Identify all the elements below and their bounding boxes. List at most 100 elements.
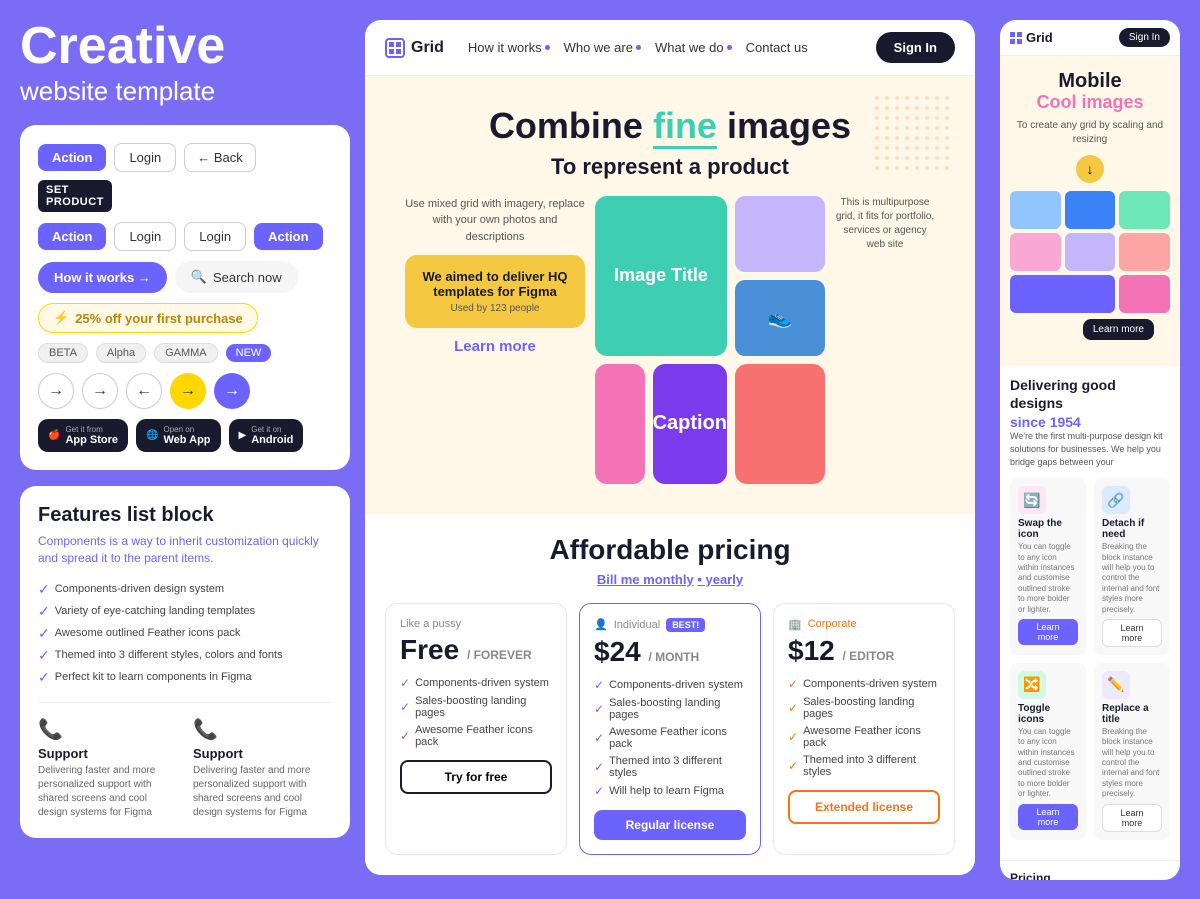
delivering-desc: We're the first multi-purpose design kit…: [1010, 430, 1170, 468]
swap-learn-button[interactable]: Learn more: [1018, 619, 1078, 645]
toggle-learn-button[interactable]: Learn more: [1018, 804, 1078, 830]
tag-new: NEW: [226, 344, 272, 362]
right-pricing: Pricing Bill me monthly • yearly: [1000, 860, 1180, 880]
tile-blue-shoe: 👟: [735, 280, 825, 356]
toggle-icon: 🔀: [1018, 671, 1046, 699]
detach-icon: 🔗: [1102, 486, 1130, 514]
support-desc-1: Delivering faster and more personalized …: [38, 764, 177, 820]
web-icon: 🌐: [146, 430, 158, 441]
check-icon-5: ✓: [38, 669, 50, 686]
action-button-2[interactable]: Action: [38, 223, 106, 250]
replace-learn-button[interactable]: Learn more: [1102, 804, 1162, 832]
try-free-button[interactable]: Try for free: [400, 760, 552, 794]
apple-icon: 🍎: [48, 430, 60, 441]
support-name-2: Support: [193, 746, 332, 761]
right-hero-title: Mobile: [1010, 70, 1170, 92]
toggle-icon-desc: You can toggle to any icon within instan…: [1018, 727, 1078, 800]
tile-red: [735, 364, 825, 484]
login-button-2[interactable]: Login: [114, 222, 176, 251]
nav-what-we-do[interactable]: What we do: [655, 40, 732, 55]
support-name-1: Support: [38, 746, 177, 761]
store-buttons: 🍎 Get it from App Store 🌐 Open on Web Ap…: [38, 419, 332, 452]
individual-tier-label: 👤IndividualBEST!: [594, 618, 746, 632]
pricing-free: Like a pussy Free / FOREVER ✓Components-…: [385, 603, 567, 855]
feature-item-2: ✓Variety of eye-catching landing templat…: [38, 603, 332, 620]
toggle-icon-card: 🔀 Toggle icons You can toggle to any ico…: [1010, 663, 1086, 840]
nav-signin-button[interactable]: Sign In: [876, 32, 955, 63]
button-row-3: How it works → 🔍 Search now: [38, 261, 332, 293]
nav-contact-us[interactable]: Contact us: [746, 40, 808, 55]
discount-icon: ⚡: [53, 310, 69, 326]
pricing-title: Affordable pricing: [385, 534, 955, 566]
mobile-grid: [1010, 191, 1170, 313]
learn-more-link[interactable]: Learn more: [454, 338, 536, 355]
arrows-row: → → ← → →: [38, 373, 332, 409]
billing-monthly[interactable]: monthly: [643, 572, 694, 587]
nav-who-we-are[interactable]: Who we are: [564, 40, 641, 55]
action-button-3[interactable]: Action: [254, 223, 322, 250]
free-feature-1: ✓Components-driven system: [400, 676, 552, 690]
scroll-down-button[interactable]: ↓: [1076, 155, 1104, 183]
arrow-left-1[interactable]: ←: [126, 373, 162, 409]
arrow-right-2[interactable]: →: [82, 373, 118, 409]
search-button[interactable]: 🔍 Search now: [175, 261, 298, 293]
web-app-button[interactable]: 🌐 Open on Web App: [136, 419, 221, 452]
search-icon: 🔍: [191, 269, 207, 285]
right-icon-grid: 🔄 Swap the icon You can toggle to any ic…: [1010, 478, 1170, 839]
replace-icon: ✏️: [1102, 671, 1130, 699]
android-button[interactable]: ▶ Get it on Android: [229, 419, 304, 452]
nav-how-it-works[interactable]: How it works: [468, 40, 550, 55]
login-button-1[interactable]: Login: [114, 143, 176, 172]
android-icon: ▶: [239, 430, 247, 441]
right-signin-button[interactable]: Sign In: [1119, 28, 1170, 47]
corp-feature-3: ✓Awesome Feather icons pack: [788, 725, 940, 749]
detach-learn-button[interactable]: Learn more: [1102, 619, 1162, 647]
right-hero: Mobile Cool images To create any grid by…: [1000, 56, 1180, 366]
right-nav-logo: Grid: [1010, 30, 1053, 45]
how-it-works-button[interactable]: How it works →: [38, 262, 167, 293]
right-pricing-title: Pricing: [1010, 871, 1170, 880]
regular-license-button[interactable]: Regular license: [594, 810, 746, 840]
corporate-tier-label: 🏢Corporate: [788, 618, 940, 631]
app-store-button[interactable]: 🍎 Get it from App Store: [38, 419, 128, 452]
individual-price: $24 / MONTH: [594, 636, 746, 668]
support-row: 📞 Support Delivering faster and more per…: [38, 702, 332, 820]
extended-license-button[interactable]: Extended license: [788, 790, 940, 824]
arrow-right-accent[interactable]: →: [170, 373, 206, 409]
right-learn-more-button[interactable]: Learn more: [1083, 319, 1154, 340]
middle-hero: Combine fine images To represent a produ…: [365, 76, 975, 514]
billing-toggle: Bill me monthly • yearly: [385, 572, 955, 587]
hero-headline: Combine fine images: [385, 106, 955, 146]
hero-subheadline: To represent a product: [385, 154, 955, 180]
detach-icon-card: 🔗 Detach if need Breaking the block inst…: [1094, 478, 1170, 655]
features-list: ✓Components-driven design system ✓Variet…: [38, 581, 332, 686]
corp-feature-4: ✓Themed into 3 different styles: [788, 754, 940, 778]
corp-feature-2: ✓Sales-boosting landing pages: [788, 696, 940, 720]
hero-fine: fine: [653, 105, 717, 149]
button-row-1: Action Login ← Back SETPRODUCT: [38, 143, 332, 212]
back-button[interactable]: ← Back: [184, 143, 256, 172]
arrow-right-1[interactable]: →: [38, 373, 74, 409]
feature-item-5: ✓Perfect kit to learn components in Figm…: [38, 669, 332, 686]
login-button-3[interactable]: Login: [184, 222, 246, 251]
middle-nav: Grid How it works Who we are What we do …: [365, 20, 975, 76]
support-desc-2: Delivering faster and more personalized …: [193, 764, 332, 820]
ind-feature-3: ✓Awesome Feather icons pack: [594, 726, 746, 750]
swap-icon: 🔄: [1018, 486, 1046, 514]
left-panel: Creative website template Action Login ←…: [20, 20, 350, 838]
hero-dots-decoration: [875, 96, 955, 176]
discount-badge: ⚡ 25% off your first purchase: [38, 303, 258, 333]
mobile-tile-2: [1065, 191, 1116, 229]
action-button-1[interactable]: Action: [38, 144, 106, 171]
ind-feature-4: ✓Themed into 3 different styles: [594, 755, 746, 779]
pricing-grid: Like a pussy Free / FOREVER ✓Components-…: [385, 603, 955, 855]
toggle-icon-name: Toggle icons: [1018, 703, 1078, 725]
arrow-right-dark[interactable]: →: [214, 373, 250, 409]
replace-icon-desc: Breaking the block instance will help yo…: [1102, 727, 1162, 800]
yellow-card-title: We aimed to deliver HQ templates for Fig…: [419, 269, 571, 299]
ui-components-card: Action Login ← Back SETPRODUCT Action Lo…: [20, 125, 350, 470]
tile-image-title: Image Title: [595, 196, 727, 356]
hero-title: Creative website template: [20, 20, 350, 107]
button-row-2: Action Login Login Action: [38, 222, 332, 251]
right-grid-icon: [1010, 32, 1022, 44]
